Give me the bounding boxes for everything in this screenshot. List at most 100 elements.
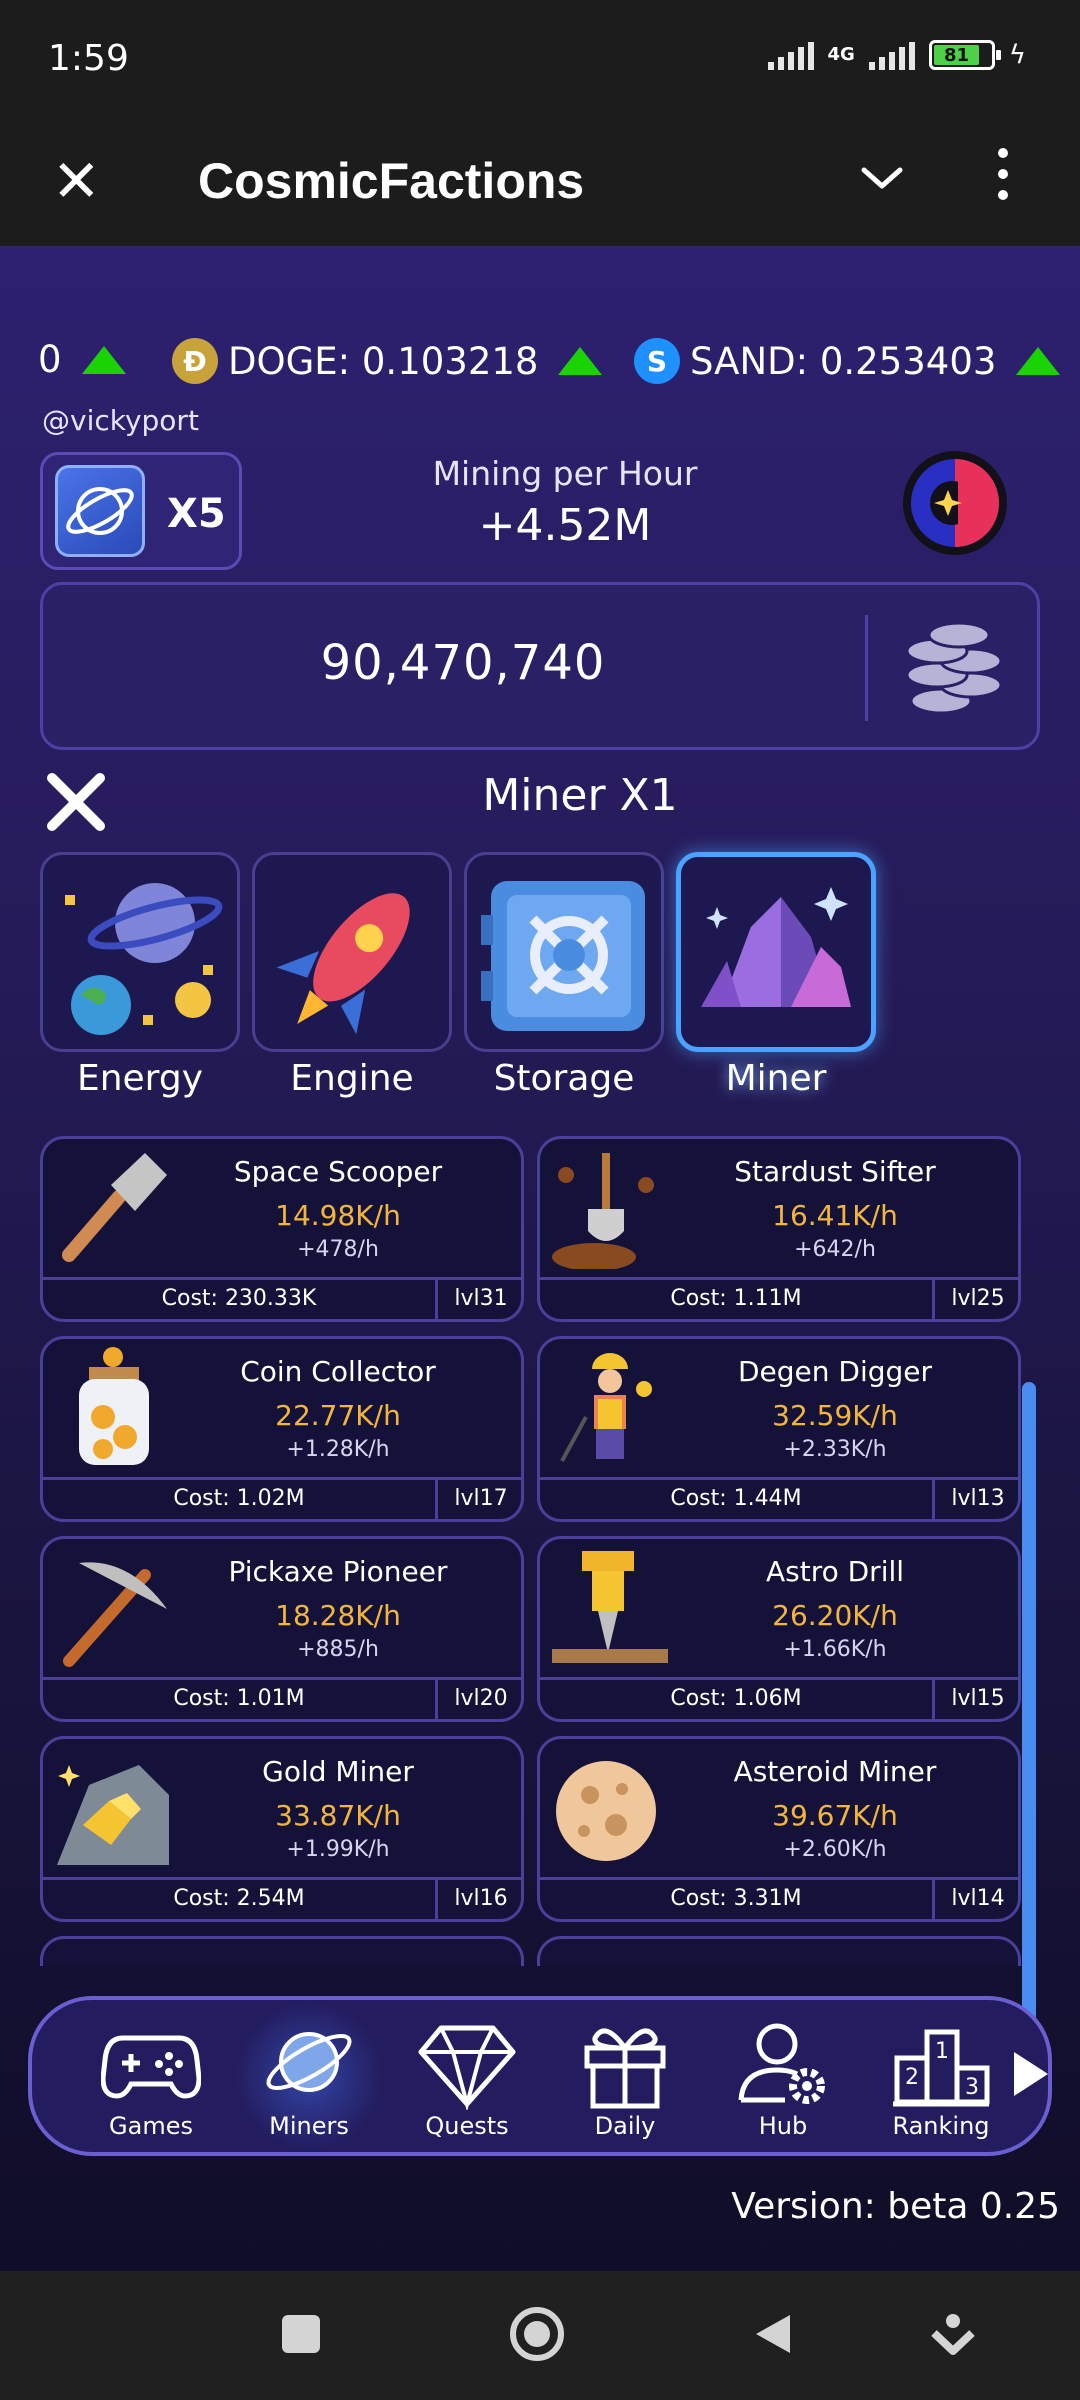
status-bar: 1:59 4G 81 ϟ [0, 0, 1080, 120]
assistant-icon[interactable] [930, 2311, 976, 2361]
username: @vickyport [42, 404, 199, 437]
scrollbar-thumb[interactable] [1022, 1382, 1036, 2082]
drill-icon [552, 1551, 668, 1663]
card-cost: Cost: 1.44M [670, 1486, 802, 1511]
card-footer: Cost: 1.44M lvl13 [540, 1477, 1018, 1519]
close-icon[interactable]: ✕ [52, 146, 101, 216]
gift-icon [584, 2028, 666, 2109]
balance-panel: 90,470,740 [40, 582, 1040, 750]
miner-card[interactable]: Asteroid Miner 39.67K/h +2.60K/h Cost: 3… [537, 1736, 1021, 1922]
app-title: CosmicFactions [198, 153, 585, 209]
miner-card-grid: Space Scooper 14.98K/h +478/h Cost: 230.… [40, 1136, 1030, 1966]
card-name: Gold Miner [262, 1755, 414, 1788]
card-level: lvl13 [951, 1486, 1005, 1511]
card-rate: 18.28K/h [275, 1599, 401, 1632]
card-rate: 26.20K/h [772, 1599, 898, 1632]
miner-card[interactable]: Degen Digger 32.59K/h +2.33K/h Cost: 1.4… [537, 1336, 1021, 1522]
mining-per-hour-title: Mining per Hour [432, 454, 698, 493]
back-icon[interactable] [752, 2311, 794, 2357]
miner-card[interactable]: Astro Drill 26.20K/h +1.66K/h Cost: 1.06… [537, 1536, 1021, 1722]
ticker-text: 0 [38, 338, 62, 381]
card-cost: Cost: 3.31M [670, 1886, 802, 1911]
card-level: lvl31 [454, 1286, 508, 1311]
category-miner[interactable] [676, 852, 876, 1052]
card-increment: +885/h [297, 1637, 379, 1662]
up-arrow-icon [558, 347, 603, 375]
nav-next-arrow-icon[interactable] [1010, 2048, 1050, 2100]
planet-icon [55, 465, 145, 557]
card-increment: +2.33K/h [783, 1437, 887, 1462]
doge-coin-icon: Ð [172, 338, 218, 384]
cosmic-factions-logo[interactable] [900, 448, 1010, 558]
card-increment: +2.60K/h [783, 1837, 887, 1862]
miner-card[interactable] [40, 1936, 524, 1966]
nav-ranking[interactable]: 1 2 3 Ranking [866, 2000, 1016, 2152]
nav-label: Ranking [892, 2112, 990, 2140]
card-footer: Cost: 2.54M lvl16 [43, 1877, 521, 1919]
home-icon[interactable] [508, 2305, 566, 2363]
card-footer: Cost: 1.01M lvl20 [43, 1677, 521, 1719]
nav-quests[interactable]: Quests [392, 2000, 542, 2152]
user-settings-icon [738, 2023, 825, 2104]
card-name: Stardust Sifter [734, 1155, 936, 1188]
ticker-item: 0 [38, 338, 126, 381]
miner-card[interactable]: Coin Collector 22.77K/h +1.28K/h Cost: 1… [40, 1336, 524, 1522]
card-increment: +642/h [794, 1237, 876, 1262]
card-cost: Cost: 230.33K [161, 1286, 317, 1311]
nav-label: Quests [425, 2112, 509, 2140]
multiplier-button[interactable]: X5 [40, 452, 242, 570]
nav-label: Miners [269, 2112, 349, 2140]
nav-hub[interactable]: Hub [708, 2000, 858, 2152]
gold-ore-icon [57, 1765, 169, 1865]
charging-icon: ϟ [1008, 40, 1026, 70]
rocket-icon [276, 893, 410, 1035]
planet-energy-icon [65, 883, 223, 1035]
nav-daily[interactable]: Daily [550, 2000, 700, 2152]
card-rate: 33.87K/h [275, 1799, 401, 1832]
signal-icon-2 [868, 40, 915, 70]
category-energy[interactable] [40, 852, 240, 1052]
battery-level: 81 [933, 45, 980, 66]
card-name: Pickaxe Pioneer [228, 1555, 448, 1588]
nav-label: Hub [758, 2112, 808, 2140]
crystal-icon [701, 887, 851, 1007]
card-cost: Cost: 1.11M [670, 1286, 802, 1311]
ticker-text: SAND: 0.253403 [690, 339, 997, 383]
svg-text:2: 2 [905, 2065, 919, 2090]
card-level: lvl14 [951, 1886, 1005, 1911]
card-level: lvl15 [951, 1686, 1005, 1711]
mining-per-hour-value: +4.52M [478, 500, 652, 551]
recent-apps-icon[interactable] [278, 2311, 324, 2357]
nav-games[interactable]: Games [76, 2000, 226, 2152]
network-type: 4G [827, 44, 855, 65]
card-name: Degen Digger [737, 1355, 933, 1388]
chevron-down-icon[interactable] [858, 154, 906, 202]
vault-icon [481, 881, 645, 1031]
svg-text:1: 1 [935, 2039, 949, 2064]
coin-jar-icon [79, 1347, 149, 1465]
ticker-text: DOGE: 0.103218 [228, 339, 539, 383]
card-footer: Cost: 230.33K lvl31 [43, 1277, 521, 1319]
category-storage[interactable] [464, 852, 664, 1052]
ticker-item-sand: S SAND: 0.253403 [634, 338, 1061, 384]
miner-card[interactable]: Gold Miner 33.87K/h +1.99K/h Cost: 2.54M… [40, 1736, 524, 1922]
card-level: lvl20 [454, 1686, 508, 1711]
planet-icon [266, 2032, 352, 2092]
shovel-icon [552, 1153, 654, 1269]
card-cost: Cost: 1.02M [173, 1486, 305, 1511]
card-name: Astro Drill [765, 1555, 905, 1588]
miner-card[interactable] [537, 1936, 1021, 1966]
card-cost: Cost: 1.06M [670, 1686, 802, 1711]
miner-card[interactable]: Pickaxe Pioneer 18.28K/h +885/h Cost: 1.… [40, 1536, 524, 1722]
scrollbar[interactable] [1022, 1382, 1036, 2084]
miner-person-icon [560, 1353, 652, 1462]
version-label: Version: beta 0.25 [731, 2186, 1060, 2227]
miner-card[interactable]: Space Scooper 14.98K/h +478/h Cost: 230.… [40, 1136, 524, 1322]
category-engine[interactable] [252, 852, 452, 1052]
more-options-icon[interactable] [998, 148, 1008, 200]
card-footer: Cost: 1.11M lvl25 [540, 1277, 1018, 1319]
category-label: Miner [725, 1058, 827, 1099]
miner-card[interactable]: Stardust Sifter 16.41K/h +642/h Cost: 1.… [537, 1136, 1021, 1322]
close-section-icon[interactable] [44, 770, 108, 834]
nav-miners[interactable]: Miners [234, 2000, 384, 2152]
